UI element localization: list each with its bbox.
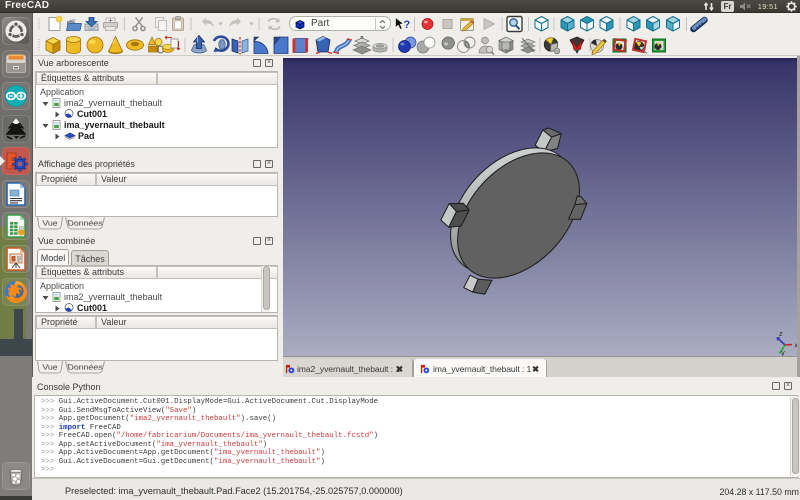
svg-text:z: z bbox=[779, 329, 783, 338]
svg-text:?: ? bbox=[404, 19, 411, 31]
svg-text:y: y bbox=[781, 348, 785, 356]
